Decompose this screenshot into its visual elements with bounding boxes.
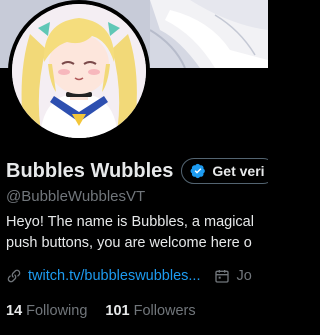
profile-page: Bubbles Wubbles Get veri @BubbleWubblesV… [0,0,268,335]
get-verified-button[interactable]: Get veri [181,158,268,184]
follow-stats: 14 Following 101 Followers [6,301,214,321]
followers-count: 101 [105,303,130,319]
profile-bio: Heyo! The name is Bubbles, a magical pus… [6,212,268,254]
verified-badge-icon [191,163,206,179]
bio-line-1: Heyo! The name is Bubbles, a magical [6,214,254,230]
profile-meta-row: twitch.tv/bubbleswubbles... Jo [6,266,252,286]
joined-date: Jo [214,268,252,284]
following-label: Following [26,303,88,319]
link-icon [7,269,21,283]
followers-link[interactable]: 101 Followers [105,303,195,319]
display-name: Bubbles Wubbles [6,159,174,182]
followers-label: Followers [133,303,196,319]
following-link[interactable]: 14 Following [6,303,87,319]
profile-handle: @BubbleWubblesVT [6,188,146,205]
following-count: 14 [6,303,23,319]
profile-avatar[interactable] [8,0,150,142]
profile-name-row: Bubbles Wubbles Get veri [6,158,268,184]
profile-website-link[interactable]: twitch.tv/bubbleswubbles... [28,268,200,284]
get-verified-label: Get veri [212,163,265,179]
joined-label: Jo [236,268,252,284]
calendar-icon [215,270,230,283]
avatar-illustration [12,4,146,138]
bio-line-2: push buttons, you are welcome here o [6,235,252,251]
